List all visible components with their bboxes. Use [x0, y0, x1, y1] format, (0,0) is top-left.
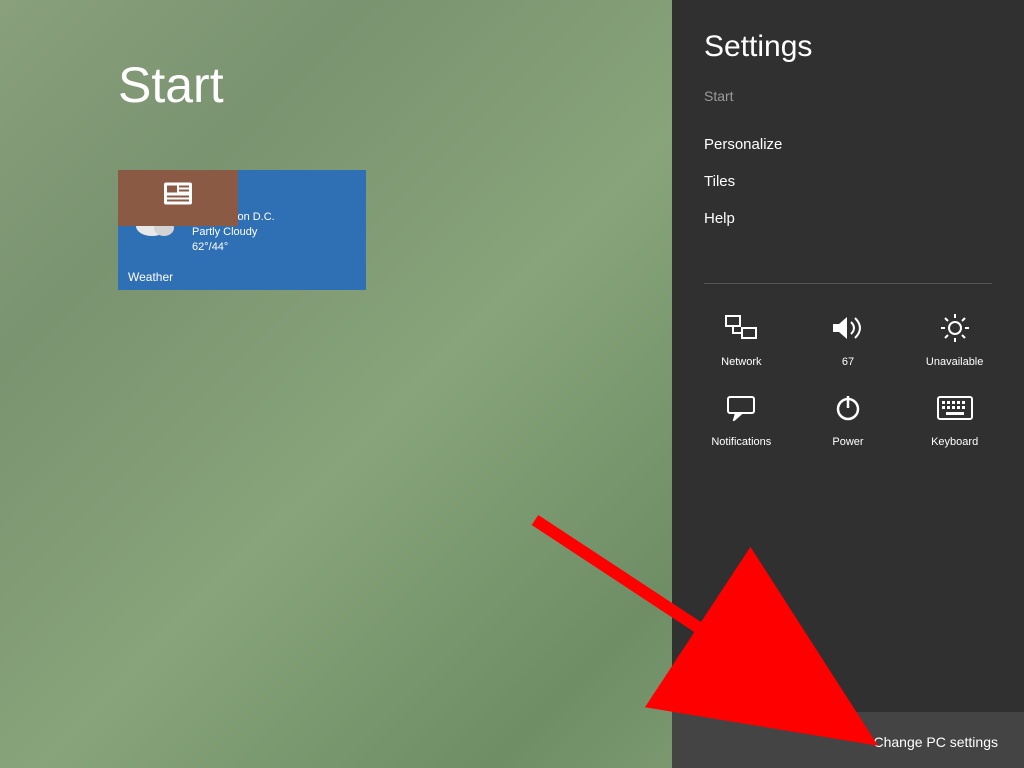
notifications-icon: [691, 388, 791, 428]
quick-keyboard[interactable]: Keyboard: [905, 388, 1005, 448]
settings-link-help[interactable]: Help: [672, 200, 1024, 237]
keyboard-icon: [905, 388, 1005, 428]
settings-context: Start: [672, 84, 1024, 126]
quick-label: Network: [691, 356, 791, 368]
quick-network[interactable]: Network: [691, 308, 791, 368]
change-pc-settings-link[interactable]: Change PC settings: [873, 734, 998, 750]
tile-news[interactable]: [118, 170, 238, 226]
volume-icon: [798, 308, 898, 348]
news-icon: [164, 182, 192, 207]
tile-label: Weather: [128, 270, 173, 284]
quick-label: Notifications: [691, 436, 791, 448]
quick-label: 67: [798, 356, 898, 368]
quick-label: Keyboard: [905, 436, 1005, 448]
start-screen: Start Mail Calendar: [0, 0, 1024, 768]
power-icon: [798, 388, 898, 428]
quick-settings-row-2: Notifications Power Keyboard: [672, 376, 1024, 456]
settings-charm-panel: Settings Start Personalize Tiles Help Ne…: [672, 0, 1024, 768]
quick-label: Unavailable: [905, 356, 1005, 368]
quick-power[interactable]: Power: [798, 388, 898, 448]
quick-label: Power: [798, 436, 898, 448]
brightness-icon: [905, 308, 1005, 348]
quick-settings-row-1: Network 67 Unavailable: [672, 284, 1024, 376]
network-icon: [691, 308, 791, 348]
start-title: Start: [118, 56, 224, 114]
quick-notifications[interactable]: Notifications: [691, 388, 791, 448]
settings-link-tiles[interactable]: Tiles: [672, 163, 1024, 200]
quick-brightness[interactable]: Unavailable: [905, 308, 1005, 368]
quick-volume[interactable]: 67: [798, 308, 898, 368]
settings-link-personalize[interactable]: Personalize: [672, 126, 1024, 163]
settings-title: Settings: [672, 0, 1024, 84]
